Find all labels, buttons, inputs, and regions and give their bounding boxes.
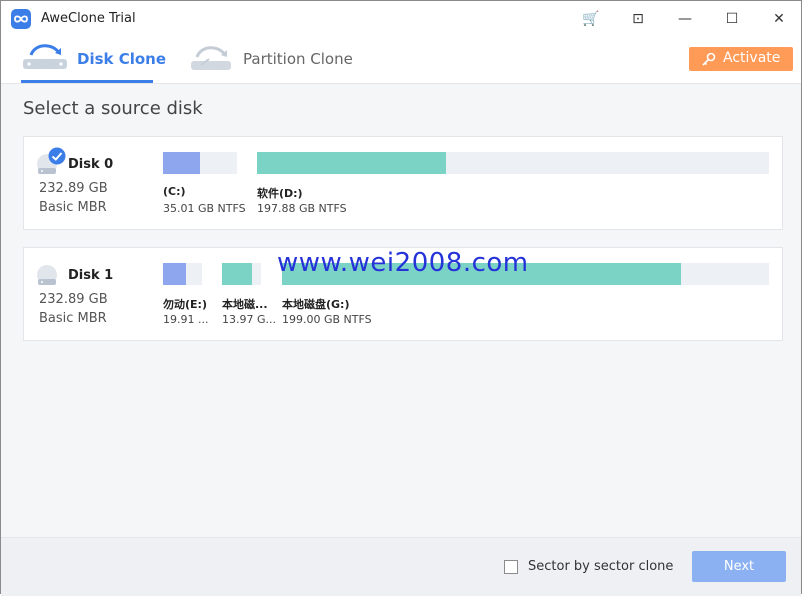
- maximize-button[interactable]: ☐: [717, 7, 747, 31]
- partition-label: 软件(D:): [257, 187, 303, 200]
- title-bar: AweClone Trial 🛒 ⊡ — ☐ ✕: [1, 1, 801, 37]
- partition-usage-fill: [222, 263, 252, 285]
- partition-info: 13.97 G...: [222, 313, 277, 326]
- hard-disk-icon: [36, 264, 60, 288]
- pin-icon[interactable]: ⊡: [623, 7, 653, 31]
- partition-info: 199.00 GB NTFS: [282, 313, 372, 326]
- tab-disk-clone[interactable]: Disk Clone: [21, 37, 166, 83]
- disk-name: Disk 0: [68, 157, 114, 172]
- partition-clone-icon: [187, 41, 237, 75]
- activate-label: Activate: [723, 50, 781, 66]
- partition-info: 197.88 GB NTFS: [257, 202, 347, 215]
- partition-label: 勿动(E:): [163, 298, 207, 311]
- selected-check-icon: [48, 147, 66, 165]
- partition-usage-fill: [257, 152, 446, 174]
- footer-bar: Sector by sector clone Next: [1, 537, 801, 596]
- next-button[interactable]: Next: [692, 551, 786, 582]
- key-icon: [701, 51, 717, 67]
- disk-size: 232.89 GB: [39, 292, 108, 307]
- partition-info: 35.01 GB NTFS: [163, 202, 246, 215]
- disk-type: Basic MBR: [39, 311, 107, 326]
- disk-clone-icon: [21, 41, 71, 75]
- partition-label: 本地磁盘(G:): [282, 298, 350, 311]
- minimize-button[interactable]: —: [670, 7, 700, 31]
- clone-mode-tabs: Disk Clone Partition Clone Activate: [1, 37, 801, 84]
- cart-icon[interactable]: 🛒: [576, 7, 606, 31]
- tab-disk-clone-label: Disk Clone: [77, 50, 167, 68]
- partition-usage-fill: [163, 263, 186, 285]
- disk-size: 232.89 GB: [39, 181, 108, 196]
- tab-partition-clone-label: Partition Clone: [243, 50, 353, 68]
- partition-usage-fill: [163, 152, 200, 174]
- watermark-text: www.wei2008.com: [277, 248, 529, 278]
- active-tab-indicator: [21, 80, 153, 83]
- close-button[interactable]: ✕: [764, 7, 794, 31]
- sector-clone-checkbox[interactable]: [504, 560, 518, 574]
- sector-clone-label[interactable]: Sector by sector clone: [528, 559, 673, 574]
- partition-label: (C:): [163, 185, 186, 198]
- disk-name: Disk 1: [68, 268, 114, 283]
- disk-type: Basic MBR: [39, 200, 107, 215]
- disk-card-0[interactable]: Disk 0 232.89 GB Basic MBR (C:) 35.01 GB…: [23, 136, 783, 230]
- app-window: AweClone Trial 🛒 ⊡ — ☐ ✕ Disk Clone Part…: [0, 0, 802, 596]
- activate-button[interactable]: Activate: [689, 47, 793, 71]
- partition-label: 本地磁...: [222, 298, 268, 311]
- partition-info: 19.91 ...: [163, 313, 209, 326]
- page-title: Select a source disk: [23, 98, 203, 119]
- aweclone-logo-icon: [11, 9, 31, 29]
- window-title: AweClone Trial: [41, 11, 136, 26]
- main-content: Select a source disk Disk 0 232.89 GB Ba…: [1, 84, 801, 537]
- tab-partition-clone[interactable]: Partition Clone: [187, 37, 357, 83]
